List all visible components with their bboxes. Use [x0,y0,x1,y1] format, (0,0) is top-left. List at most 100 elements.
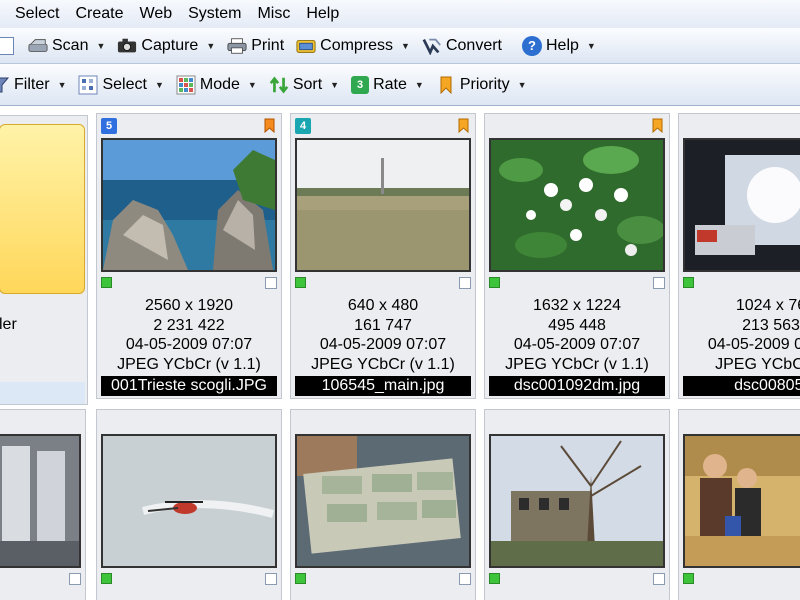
thumbnail-card[interactable] [678,409,800,600]
capture-button[interactable]: Capture ▼ [111,32,221,60]
image-dimensions: 640 x 480 [347,297,419,314]
bookmark-icon[interactable] [652,118,663,133]
menu-create[interactable]: Create [67,0,131,28]
select-checkbox[interactable] [653,573,665,585]
chevron-down-icon: ▼ [517,79,527,90]
thumbnail-info: 640 x 480 161 747 04-05-2009 07:07 JPEG … [291,296,475,374]
filter-icon [0,75,10,95]
thumbnail-card[interactable]: 5 2560 x 1920 2 231 422 04-05-2009 07:07… [96,113,282,399]
capture-label: Capture [141,36,199,54]
select-checkbox[interactable] [69,573,81,585]
filter-button[interactable]: Filter ▼ [0,71,72,99]
select-label: Select [102,75,147,93]
file-name[interactable]: 106545_main.jpg [295,376,471,396]
camera-icon [117,36,137,56]
chevron-down-icon: ▼ [96,40,106,51]
compress-button[interactable]: Compress ▼ [290,32,416,60]
bookmark-icon[interactable] [458,118,469,133]
chevron-down-icon: ▼ [57,79,67,90]
rating-badge: 5 [101,118,117,134]
status-indicator [489,573,500,584]
print-button[interactable]: Print [221,32,290,60]
chevron-down-icon: ▼ [414,79,424,90]
image-thumbnail[interactable] [295,434,471,568]
thumbnail-browser: ler 5 2560 x 1920 2 231 422 04-05-2009 0… [0,107,800,600]
image-thumbnail[interactable] [101,138,277,272]
thumbnail-card[interactable] [290,409,476,600]
status-indicator [295,277,306,288]
chevron-down-icon: ▼ [330,79,340,90]
rate-button[interactable]: 3 Rate ▼ [345,71,430,99]
menu-bar: Select Create Web System Misc Help [0,0,800,28]
image-dimensions: 1024 x 76 [735,297,800,314]
status-indicator [683,573,694,584]
priority-icon [436,75,456,95]
select-checkbox[interactable] [265,573,277,585]
folder-tile[interactable]: ler [0,115,88,405]
sort-button[interactable]: Sort ▼ [263,71,345,99]
compress-label: Compress [320,36,394,54]
scan-button[interactable]: Scan ▼ [22,32,111,60]
file-date: 04-05-2009 07:07 [319,336,447,353]
help-icon: ? [522,35,542,56]
menu-help[interactable]: Help [298,0,347,28]
select-checkbox[interactable] [265,277,277,289]
file-name[interactable]: 001Trieste scogli.JPG [101,376,277,396]
file-size: 161 747 [354,316,412,334]
mode-icon [176,75,196,95]
image-dimensions: 2560 x 1920 [144,297,234,314]
image-thumbnail[interactable] [295,138,471,272]
file-size: 2 231 422 [153,316,225,334]
chevron-down-icon: ▼ [247,79,257,90]
file-format: JPEG YCbCr (v [715,355,800,373]
mode-label: Mode [199,75,240,93]
menu-select[interactable]: Select [0,0,67,28]
view-list-icon[interactable] [0,36,14,55]
image-thumbnail[interactable] [683,138,800,272]
thumbnail-info: 1632 x 1224 495 448 04-05-2009 07:07 JPE… [485,296,669,374]
mode-button[interactable]: Mode ▼ [170,71,263,99]
priority-label: Priority [459,75,510,93]
convert-button[interactable]: Convert [416,32,508,60]
select-checkbox[interactable] [653,277,665,289]
status-indicator [489,277,500,288]
menu-system[interactable]: System [180,0,249,28]
thumbnail-card[interactable] [96,409,282,600]
menu-misc[interactable]: Misc [249,0,298,28]
image-thumbnail[interactable] [489,434,665,568]
status-indicator [101,277,112,288]
help-button[interactable]: ? Help ▼ [516,32,602,60]
status-indicator [295,573,306,584]
file-format: JPEG YCbCr (v 1.1) [311,355,455,373]
sort-label: Sort [292,75,323,93]
thumbnail-card[interactable] [0,409,86,600]
image-thumbnail[interactable] [489,138,665,272]
select-button[interactable]: Select ▼ [72,71,169,99]
thumbnail-card[interactable]: 4 640 x 480 161 747 04-05-2009 07:07 JPE… [290,113,476,399]
thumbnail-card[interactable]: 1632 x 1224 495 448 04-05-2009 07:07 JPE… [484,113,670,399]
thumbnail-card[interactable] [484,409,670,600]
file-format: JPEG YCbCr (v 1.1) [505,355,649,373]
convert-label: Convert [445,36,502,54]
folder-label: ler [0,316,17,333]
thumbnail-info: 1024 x 76 213 563 04-05-2009 07:07 JPEG … [683,296,800,374]
file-name[interactable]: dsc00805. [683,376,800,396]
file-date: 04-05-2009 07:07 [513,336,641,353]
priority-button[interactable]: Priority ▼ [430,71,533,99]
select-checkbox[interactable] [459,573,471,585]
image-thumbnail[interactable] [0,434,81,568]
image-thumbnail[interactable] [101,434,277,568]
main-toolbar: Scan ▼ Capture ▼ Print Compress ▼ Conver… [0,28,800,64]
image-dimensions: 1632 x 1224 [532,297,622,314]
image-thumbnail[interactable] [683,434,800,568]
bookmark-icon[interactable] [264,118,275,133]
thumbnail-card[interactable]: 1024 x 76 213 563 04-05-2009 07:07 JPEG … [678,113,800,399]
select-checkbox[interactable] [459,277,471,289]
printer-icon [227,36,247,56]
file-size: 495 448 [548,316,606,334]
chevron-down-icon: ▼ [154,79,164,90]
menu-web[interactable]: Web [132,0,181,28]
rate-icon: 3 [351,75,370,94]
chevron-down-icon: ▼ [401,40,410,51]
file-name[interactable]: dsc001092dm.jpg [489,376,665,396]
